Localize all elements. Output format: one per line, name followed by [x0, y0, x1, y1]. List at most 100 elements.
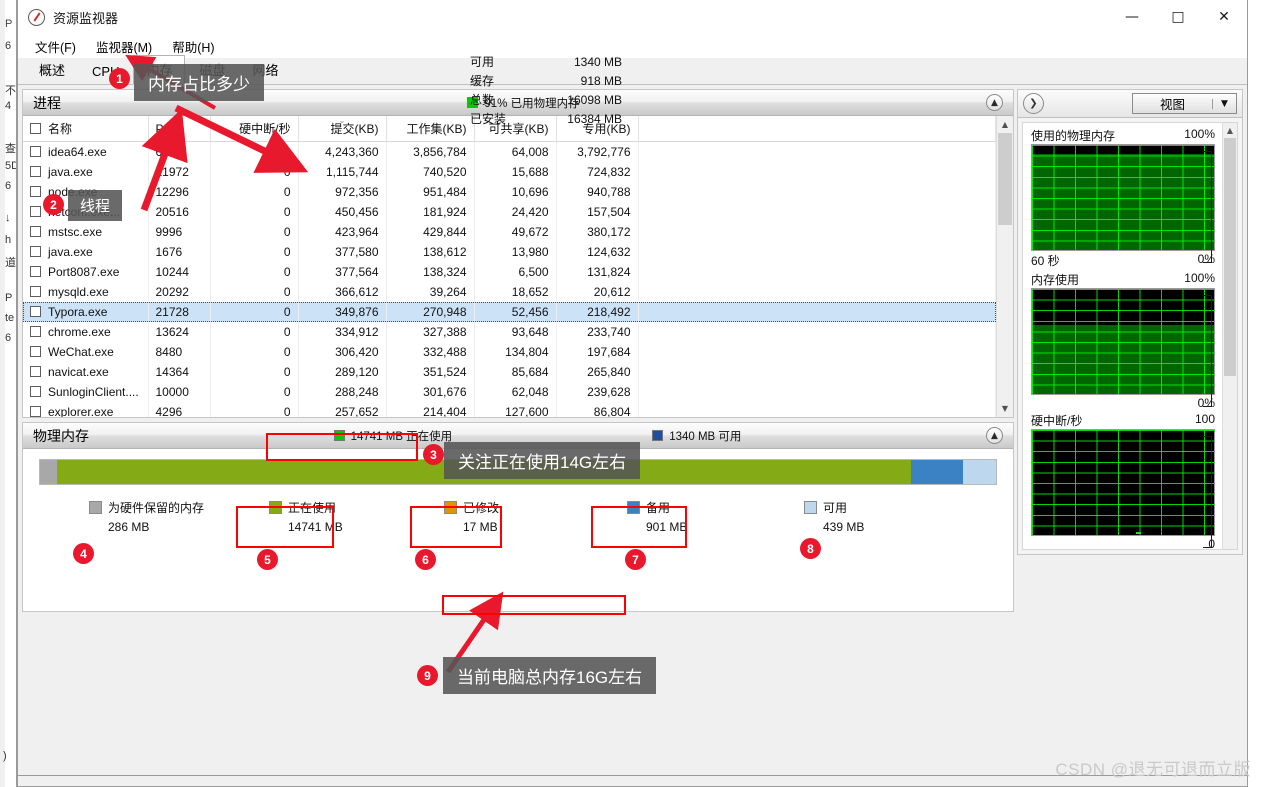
row-checkbox[interactable] [30, 345, 41, 357]
close-button[interactable]: ✕ [1201, 0, 1247, 34]
window-controls: — □ ✕ [1109, 0, 1247, 34]
row-checkbox[interactable] [30, 285, 41, 297]
cell-shareable: 49,672 [474, 221, 557, 242]
col-header-name[interactable]: 名称 [23, 116, 149, 142]
cell-name: java.exe [23, 241, 149, 262]
legend-value: 901 MB [646, 520, 688, 534]
table-row[interactable]: mysqld.exe 20292 0 366,612 39,264 18,652 20,61… [23, 281, 996, 302]
legend-label: 已修改 [463, 501, 500, 515]
memory-panel-collapse-icon[interactable]: ▲ [986, 427, 1003, 444]
cell-commit: 1,115,744 [298, 161, 387, 182]
cell-private: 86,804 [556, 401, 639, 417]
row-checkbox[interactable] [30, 225, 41, 237]
row-checkbox[interactable] [30, 185, 41, 197]
row-checkbox[interactable] [30, 205, 41, 217]
cell-shareable: 127,600 [474, 401, 557, 417]
select-all-checkbox[interactable] [30, 123, 41, 134]
cell-shareable: 6,500 [474, 261, 557, 282]
cell-shareable: 13,980 [474, 241, 557, 262]
cell-working-set: 3,856,784 [386, 141, 475, 162]
cell-filler [638, 341, 996, 362]
cell-filler [638, 241, 996, 262]
tab-disk[interactable]: 磁盘 [186, 55, 238, 84]
row-checkbox[interactable] [30, 385, 41, 397]
view-button[interactable]: 视图 ▼ [1132, 93, 1237, 114]
memory-stat-row: 可用 1340 MB [470, 52, 622, 71]
scroll-down-icon[interactable]: ▼ [997, 400, 1013, 417]
table-row[interactable]: WeChat.exe 8480 0 306,420 332,488 134,804 197,… [23, 341, 996, 362]
cell-pid: 4296 [148, 401, 211, 417]
row-checkbox[interactable] [30, 165, 41, 177]
content-area: 进程 91% 已用物理内存 ▲ 名称 PID 硬中断/秒 ⌄ 提交(KB) 工作… [18, 55, 1247, 775]
maximize-button[interactable]: □ [1155, 0, 1201, 34]
table-row[interactable]: java.exe 1676 0 377,580 138,612 13,980 124,632 [23, 241, 996, 262]
col-header-hard-faults[interactable]: 硬中断/秒 [210, 116, 299, 142]
graph-time-label: 60 秒 [1031, 254, 1060, 268]
memory-in-use-stat: 14741 MB 正在使用 [333, 428, 452, 444]
row-checkbox[interactable] [30, 145, 41, 157]
table-row[interactable]: SunloginClient.... 10000 0 288,248 301,676 62… [23, 381, 996, 402]
row-checkbox[interactable] [30, 405, 41, 417]
memory-panel-header[interactable]: 物理内存 14741 MB 正在使用 1340 MB 可用 ▲ [23, 423, 1013, 449]
minimize-button[interactable]: — [1109, 0, 1155, 34]
table-row[interactable]: java.exe 21972 0 1,115,744 740,520 15,688 724,… [23, 161, 996, 182]
row-checkbox[interactable] [30, 245, 41, 257]
table-row[interactable]: netcom.exe... 20516 0 450,456 181,924 24,420 1… [23, 201, 996, 222]
graph-panel-scrollbar[interactable]: ▲ [1222, 123, 1237, 549]
table-row[interactable]: Typora.exe 21728 0 349,876 270,948 52,456 218,… [23, 301, 996, 322]
tab-cpu[interactable]: CPU [79, 59, 132, 84]
col-header-working-set[interactable]: 工作集(KB) [386, 116, 475, 142]
row-checkbox[interactable] [30, 325, 41, 337]
row-checkbox[interactable] [30, 305, 41, 317]
cell-filler [638, 321, 996, 342]
scroll-track[interactable] [997, 133, 1013, 400]
graph-bracket [1203, 295, 1212, 407]
cell-private: 380,172 [556, 221, 639, 242]
col-header-commit[interactable]: ⌄ 提交(KB) [298, 116, 387, 142]
memory-stats-list: 可用 1340 MB 缓存 918 MB 总数 16098 MB 已安装 16384 MB [470, 52, 622, 128]
cell-private: 157,504 [556, 201, 639, 222]
cell-commit: 334,912 [298, 321, 387, 342]
row-checkbox[interactable] [30, 265, 41, 277]
table-row[interactable]: Port8087.exe 10244 0 377,564 138,324 6,500 131… [23, 261, 996, 282]
cell-name: netcom.exe... [23, 201, 149, 222]
compass-icon [28, 8, 45, 26]
left-column-filler [22, 616, 1014, 771]
row-checkbox[interactable] [30, 365, 41, 377]
graph-datapoint [1135, 532, 1141, 534]
cell-shareable: 64,008 [474, 141, 557, 162]
title-bar[interactable]: 资源监视器 — □ ✕ [18, 0, 1247, 34]
table-row[interactable]: chrome.exe 13624 0 334,912 327,388 93,648 233,… [23, 321, 996, 342]
process-panel-collapse-icon[interactable]: ▲ [986, 94, 1003, 111]
table-row[interactable]: idea64.exe 6708 0 4,243,360 3,856,784 64,008 3… [23, 141, 996, 162]
graph-bracket [1203, 436, 1212, 548]
cell-pid: 10244 [148, 261, 211, 282]
cell-private: 218,492 [556, 301, 639, 322]
memory-usage-bar [39, 459, 997, 485]
graph-scroll-up-icon[interactable]: ▲ [1223, 123, 1237, 138]
cell-commit: 423,964 [298, 221, 387, 242]
process-scrollbar[interactable]: ▲ ▼ [996, 116, 1013, 417]
cell-pid: 12296 [148, 181, 211, 202]
scroll-up-icon[interactable]: ▲ [997, 116, 1013, 133]
col-header-pid[interactable]: PID [148, 116, 211, 142]
chevron-down-icon[interactable]: ▼ [1212, 98, 1236, 109]
tab-memory[interactable]: 内存 [133, 55, 186, 85]
process-name: idea64.exe [48, 144, 107, 159]
scroll-thumb[interactable] [998, 133, 1012, 225]
cell-private: 3,792,776 [556, 141, 639, 162]
window-title: 资源监视器 [53, 10, 119, 26]
memory-stat-row: 已安装 16384 MB [470, 109, 622, 128]
tab-network[interactable]: 网络 [240, 55, 292, 84]
table-row[interactable]: navicat.exe 14364 0 289,120 351,524 85,684 265… [23, 361, 996, 382]
table-row[interactable]: node.exe 12296 0 972,356 951,484 10,696 940,78… [23, 181, 996, 202]
tab-overview[interactable]: 概述 [26, 55, 78, 84]
cell-shareable: 62,048 [474, 381, 557, 402]
table-row[interactable]: mstsc.exe 9996 0 423,964 429,844 49,672 380,17… [23, 221, 996, 242]
right-column-filler [1017, 555, 1243, 771]
process-panel: 进程 91% 已用物理内存 ▲ 名称 PID 硬中断/秒 ⌄ 提交(KB) 工作… [22, 89, 1014, 418]
graph-scroll-thumb[interactable] [1224, 138, 1236, 376]
chevron-right-icon[interactable]: ❯ [1023, 93, 1044, 114]
table-row[interactable]: explorer.exe 4296 0 257,652 214,404 127,600 86… [23, 401, 996, 417]
background-window[interactable]: P 6 不 4 查 5D 6 ↓ h 道 P te 6 ) [0, 0, 17, 787]
